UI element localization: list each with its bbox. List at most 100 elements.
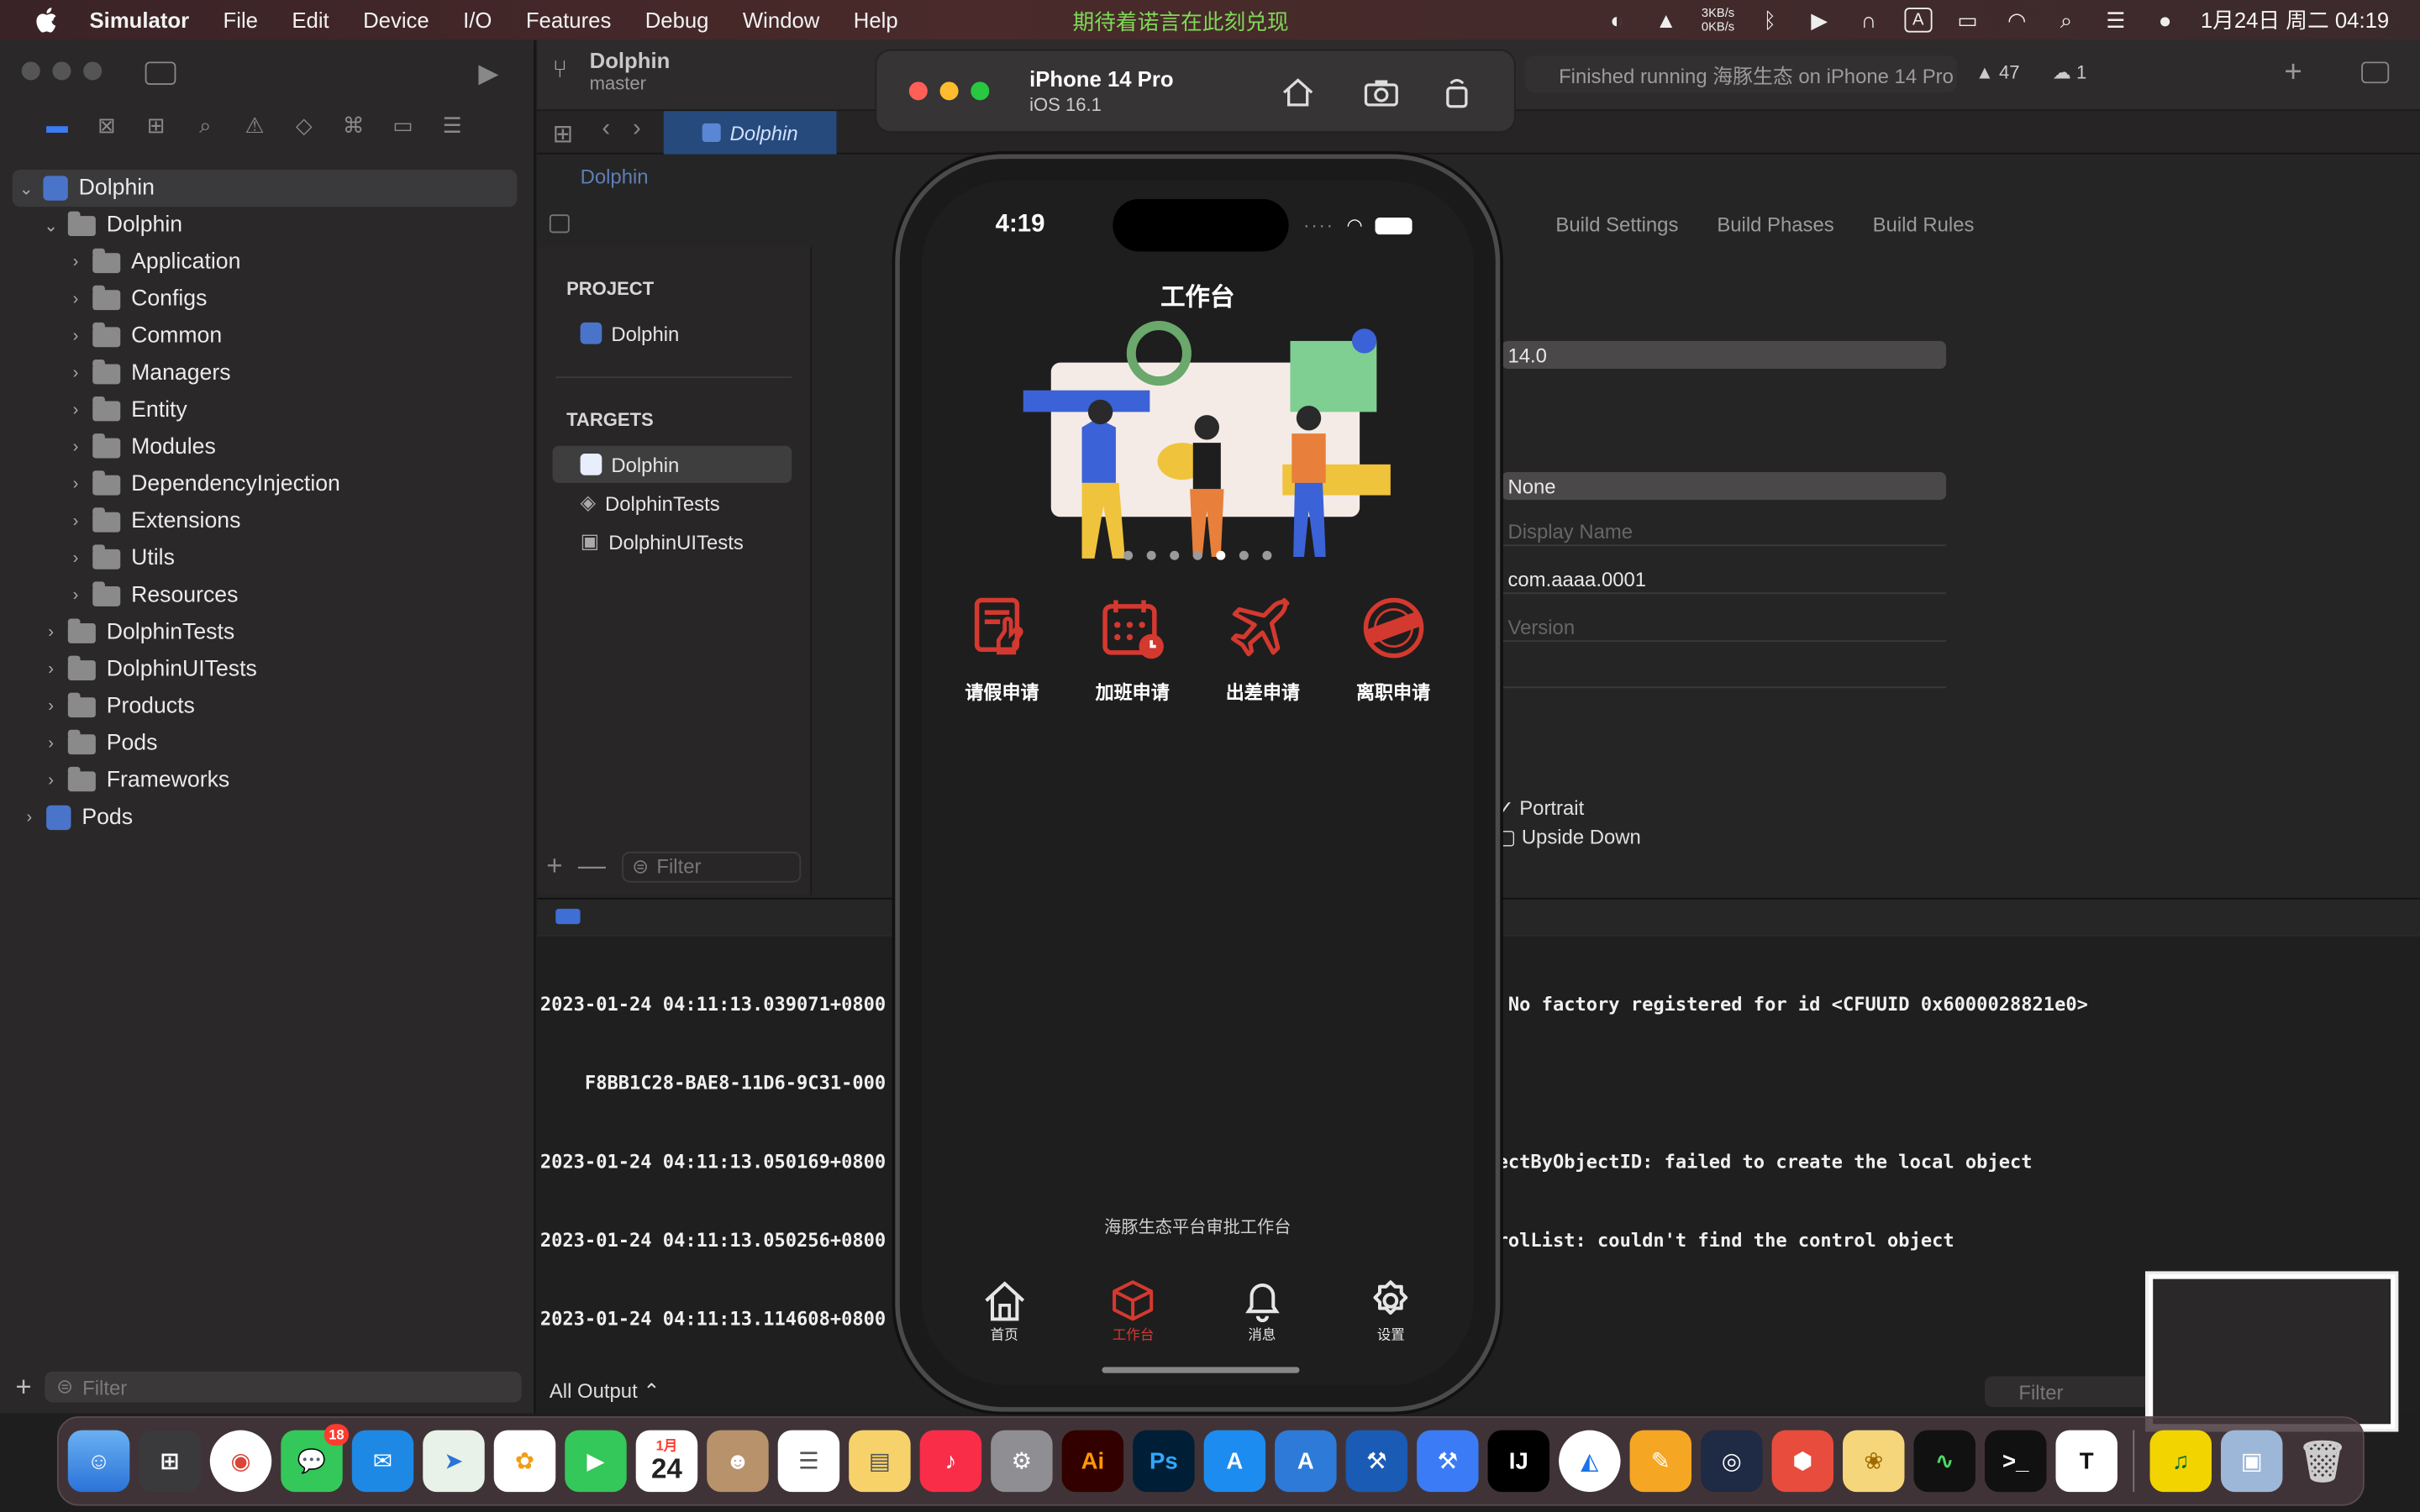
- tab-home[interactable]: 首页: [958, 1279, 1050, 1344]
- business-trip-button[interactable]: 出差申请: [1201, 594, 1324, 705]
- screenshot-button[interactable]: [1363, 74, 1400, 111]
- target-item-ui-tests[interactable]: ▣ DolphinUITests: [553, 523, 792, 560]
- network-speed[interactable]: 3KB/s 0KB/s: [1702, 6, 1734, 34]
- wifi-icon[interactable]: ◠: [2003, 7, 2031, 32]
- grid-icon[interactable]: ⊞: [553, 118, 574, 150]
- home-indicator[interactable]: [1102, 1367, 1300, 1373]
- calendar-icon[interactable]: 1月 24: [635, 1430, 698, 1493]
- output-selector[interactable]: All Output ⌃: [550, 1379, 660, 1404]
- orientation-portrait-checkbox[interactable]: ✓ Portrait: [1497, 796, 1585, 821]
- page-dot[interactable]: [1239, 550, 1249, 560]
- warnings-count[interactable]: ▲ 47: [1975, 61, 2020, 83]
- target-item-dolphin[interactable]: Dolphin: [552, 445, 792, 483]
- scheme-selector[interactable]: ⑂ Dolphin master: [553, 48, 671, 94]
- menu-device[interactable]: Device: [363, 8, 429, 32]
- contacts-icon[interactable]: ☻: [707, 1430, 769, 1493]
- siri-icon[interactable]: ●: [2151, 8, 2179, 32]
- maps-icon[interactable]: ➤: [423, 1430, 485, 1493]
- typora-icon[interactable]: T: [2055, 1430, 2118, 1493]
- remove-target-button[interactable]: —: [578, 850, 606, 883]
- close-window-button[interactable]: [21, 61, 40, 81]
- forward-icon[interactable]: ›: [633, 116, 641, 144]
- build-field[interactable]: [1502, 660, 1947, 689]
- terminal-icon[interactable]: >_: [1984, 1430, 2047, 1493]
- chevron-right-icon[interactable]: ›: [40, 697, 62, 716]
- tree-item-pods-project[interactable]: › Pods: [0, 799, 535, 836]
- cat-icon[interactable]: ▲: [1652, 8, 1680, 32]
- menu-io[interactable]: I/O: [463, 8, 492, 32]
- page-dot-active[interactable]: [1216, 550, 1226, 560]
- chevron-right-icon[interactable]: ›: [65, 364, 87, 382]
- close-window-button[interactable]: [908, 81, 928, 101]
- music-icon[interactable]: ♪: [919, 1430, 982, 1493]
- breadcrumb[interactable]: Dolphin: [537, 157, 2420, 194]
- airpods-icon[interactable]: ∩: [1854, 8, 1882, 32]
- chevron-right-icon[interactable]: ›: [40, 771, 62, 790]
- facetime-icon[interactable]: ▶: [565, 1430, 627, 1493]
- test-icon[interactable]: ◇: [290, 111, 318, 139]
- tree-item-configs[interactable]: › Configs: [0, 281, 535, 318]
- symbol-icon[interactable]: ⊞: [142, 111, 170, 139]
- tab-build-phases[interactable]: Build Phases: [1717, 213, 1833, 236]
- debug-icon[interactable]: ⌘: [339, 111, 367, 139]
- tree-item-dolphin-folder[interactable]: ⌄ Dolphin: [0, 207, 535, 244]
- navigator-filter-input[interactable]: ⊜ Filter: [44, 1371, 522, 1403]
- pen-tool-icon[interactable]: ✎: [1629, 1430, 1692, 1493]
- tab-dolphin[interactable]: Dolphin: [663, 111, 837, 155]
- chevron-right-icon[interactable]: ›: [40, 623, 62, 642]
- orientation-upside-down-checkbox[interactable]: ▢ Upside Down: [1497, 826, 1641, 850]
- tree-item-modules[interactable]: › Modules: [0, 429, 535, 466]
- targets-filter-input[interactable]: ⊜ Filter: [621, 850, 802, 882]
- hexagon-app-icon[interactable]: ⬢: [1771, 1430, 1833, 1493]
- chevron-right-icon[interactable]: ›: [65, 438, 87, 457]
- rotate-button[interactable]: [1439, 74, 1476, 111]
- version-field[interactable]: Version: [1502, 614, 1947, 643]
- reminders-icon[interactable]: ☰: [777, 1430, 840, 1493]
- menu-file[interactable]: File: [224, 8, 258, 32]
- page-dot[interactable]: [1146, 550, 1156, 560]
- chrome-icon[interactable]: ◉: [209, 1430, 272, 1493]
- qq-music-icon[interactable]: ♫: [2149, 1430, 2212, 1493]
- tree-item-extensions[interactable]: › Extensions: [0, 503, 535, 540]
- chevron-down-icon[interactable]: ⌄: [40, 215, 62, 235]
- menubar-clock[interactable]: 1月24日 周二 04:19: [2201, 5, 2389, 36]
- photos-icon[interactable]: ✿: [493, 1430, 556, 1493]
- report-icon[interactable]: ☰: [439, 111, 466, 139]
- tree-item-dependency-injection[interactable]: › DependencyInjection: [0, 466, 535, 503]
- run-button[interactable]: ▶: [478, 59, 498, 90]
- sidebar-toggle-icon[interactable]: [145, 61, 176, 86]
- issue-icon[interactable]: ⚠: [241, 111, 269, 139]
- chevron-right-icon[interactable]: ›: [18, 808, 40, 827]
- tree-item-dolphin-tests[interactable]: › DolphinTests: [0, 614, 535, 651]
- banner-page-indicator[interactable]: [922, 550, 1475, 560]
- xcode-helper-icon[interactable]: A: [1275, 1430, 1337, 1493]
- tree-item-managers[interactable]: › Managers: [0, 354, 535, 391]
- banner-illustration[interactable]: [989, 319, 1413, 560]
- menu-debug[interactable]: Debug: [645, 8, 709, 32]
- find-icon[interactable]: ⌕: [192, 111, 219, 139]
- apple-menu-icon[interactable]: [31, 5, 62, 36]
- page-dot[interactable]: [1170, 550, 1180, 560]
- battery-icon[interactable]: ▭: [1954, 7, 1981, 32]
- chevron-right-icon[interactable]: ›: [65, 290, 87, 308]
- leave-request-button[interactable]: 请假申请: [940, 594, 1064, 705]
- chevron-right-icon[interactable]: ›: [65, 586, 87, 605]
- menu-app-name[interactable]: Simulator: [90, 8, 190, 32]
- inspector-toggle-icon[interactable]: [2361, 61, 2390, 84]
- bluetooth-icon[interactable]: ᛒ: [1756, 8, 1784, 32]
- chevron-right-icon[interactable]: ›: [65, 253, 87, 271]
- resignation-request-button[interactable]: 离职申请: [1332, 594, 1455, 705]
- breakpoint-icon[interactable]: ▭: [389, 111, 417, 139]
- minimize-window-button[interactable]: [939, 81, 959, 101]
- deployment-target-select[interactable]: 14.0: [1502, 340, 1947, 369]
- page-dot[interactable]: [1262, 550, 1272, 560]
- notes-icon[interactable]: ▤: [849, 1430, 911, 1493]
- tree-item-application[interactable]: › Application: [0, 244, 535, 281]
- folder-icon[interactable]: ▬: [43, 111, 71, 139]
- tab-messages[interactable]: 消息: [1216, 1279, 1308, 1344]
- activity-monitor-icon[interactable]: ∿: [1913, 1430, 1975, 1493]
- tree-item-resources[interactable]: › Resources: [0, 577, 535, 614]
- messages-icon[interactable]: 💬 18: [281, 1424, 350, 1493]
- minimize-window-button[interactable]: [52, 61, 71, 81]
- chevron-right-icon[interactable]: ›: [40, 660, 62, 679]
